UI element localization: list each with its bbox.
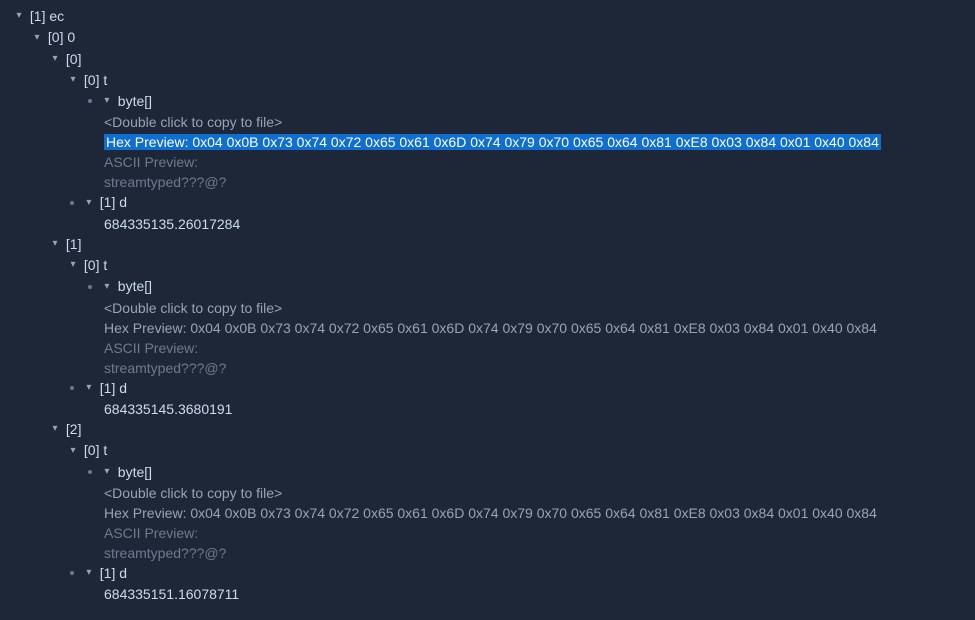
ascii-label: ASCII Preview: [104,340,198,356]
chevron-down-icon[interactable]: ▾ [84,193,94,213]
node-label: [1] ec [30,8,64,24]
hex-value: 0x04 0x0B 0x73 0x74 0x72 0x65 0x61 0x6D … [190,505,877,521]
node-label: [0] t [84,72,107,88]
copy-hint-text: <Double click to copy to file> [104,114,282,130]
tree-node-index-0[interactable]: ▾ [0] [8,49,975,70]
hex-prefix: Hex Preview: [104,320,190,336]
tree-node-copy-hint[interactable]: <Double click to copy to file> [8,112,975,132]
copy-hint-text: <Double click to copy to file> [104,300,282,316]
tree-node-byte[interactable]: ▾ byte[] [8,276,975,297]
tree-node-hex-preview[interactable]: Hex Preview: 0x04 0x0B 0x73 0x74 0x72 0x… [8,318,975,338]
node-label: [1] d [100,380,127,396]
ascii-value: streamtyped???@? [104,360,226,376]
chevron-down-icon[interactable]: ▾ [50,419,60,439]
chevron-down-icon[interactable]: ▾ [84,563,94,583]
chevron-down-icon[interactable]: ▾ [68,441,78,461]
ascii-label: ASCII Preview: [104,525,198,541]
tree-node-d[interactable]: ▾ [1] d [8,563,975,584]
node-label: [0] t [84,257,107,273]
node-label: [0] t [84,442,107,458]
chevron-down-icon[interactable]: ▾ [68,70,78,90]
tree-node-ascii-value: streamtyped???@? [8,543,975,563]
tree-node-byte[interactable]: ▾ byte[] [8,91,975,112]
node-label: [0] 0 [48,29,75,45]
tree-node-index-1[interactable]: ▾ [1] [8,234,975,255]
chevron-down-icon[interactable]: ▾ [50,234,60,254]
ascii-value: streamtyped???@? [104,545,226,561]
tree-node-copy-hint[interactable]: <Double click to copy to file> [8,298,975,318]
chevron-down-icon[interactable]: ▾ [102,277,112,297]
d-value: 684335145.3680191 [104,401,232,417]
node-label: byte[] [118,93,152,109]
chevron-down-icon[interactable]: ▾ [84,378,94,398]
node-label: [1] d [100,194,127,210]
tree-node-d[interactable]: ▾ [1] d [8,192,975,213]
chevron-down-icon[interactable]: ▾ [68,255,78,275]
hex-value: 0x04 0x0B 0x73 0x74 0x72 0x65 0x61 0x6D … [192,134,879,150]
tree-node-ascii-value: streamtyped???@? [8,358,975,378]
ascii-value: streamtyped???@? [104,174,226,190]
tree-node-copy-hint[interactable]: <Double click to copy to file> [8,483,975,503]
ascii-label: ASCII Preview: [104,154,198,170]
node-label: [1] [66,236,82,252]
tree-node-ec[interactable]: ▾ [1] ec [8,6,975,27]
tree-node-t[interactable]: ▾ [0] t [8,255,975,276]
chevron-down-icon[interactable]: ▾ [14,6,24,26]
tree-root: ▾ [1] ec ▾ [0] 0 ▾ [0] ▾ [0] t ▾ byte[] … [0,0,975,604]
hex-value: 0x04 0x0B 0x73 0x74 0x72 0x65 0x61 0x6D … [190,320,877,336]
tree-node-hex-preview[interactable]: Hex Preview: 0x04 0x0B 0x73 0x74 0x72 0x… [8,132,975,152]
tree-node-byte[interactable]: ▾ byte[] [8,462,975,483]
copy-hint-text: <Double click to copy to file> [104,485,282,501]
tree-node-ascii-label: ASCII Preview: [8,152,975,172]
tree-node-d[interactable]: ▾ [1] d [8,378,975,399]
hex-preview-highlighted: Hex Preview: 0x04 0x0B 0x73 0x74 0x72 0x… [104,134,881,150]
node-label: byte[] [118,464,152,480]
tree-node-t[interactable]: ▾ [0] t [8,440,975,461]
tree-node-d-value: 684335145.3680191 [8,399,975,419]
node-label: byte[] [118,278,152,294]
chevron-down-icon[interactable]: ▾ [50,49,60,69]
node-label: [1] d [100,565,127,581]
tree-node-ascii-label: ASCII Preview: [8,338,975,358]
hex-prefix: Hex Preview: [104,505,190,521]
hex-prefix: Hex Preview: [106,134,192,150]
tree-node-t[interactable]: ▾ [0] t [8,70,975,91]
d-value: 684335135.26017284 [104,216,240,232]
tree-node-hex-preview[interactable]: Hex Preview: 0x04 0x0B 0x73 0x74 0x72 0x… [8,503,975,523]
chevron-down-icon[interactable]: ▾ [32,28,42,48]
chevron-down-icon[interactable]: ▾ [102,91,112,111]
d-value: 684335151.16078711 [104,586,239,602]
tree-node-d-value: 684335151.16078711 [8,584,975,604]
node-label: [0] [66,51,82,67]
tree-node-d-value: 684335135.26017284 [8,214,975,234]
node-label: [2] [66,421,82,437]
tree-node-index-2[interactable]: ▾ [2] [8,419,975,440]
tree-node-ascii-label: ASCII Preview: [8,523,975,543]
tree-node-0[interactable]: ▾ [0] 0 [8,27,975,48]
tree-node-ascii-value: streamtyped???@? [8,172,975,192]
chevron-down-icon[interactable]: ▾ [102,462,112,482]
